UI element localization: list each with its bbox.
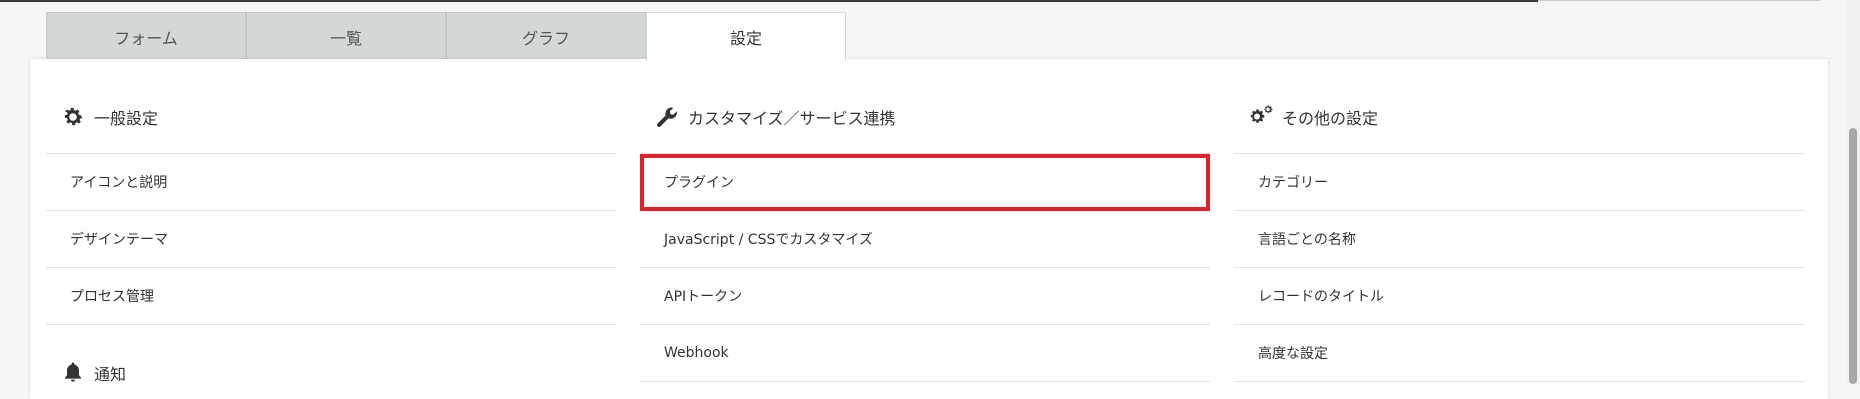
tab-list-label: 一覧	[329, 28, 362, 48]
tab-graph[interactable]: グラフ	[446, 12, 646, 60]
menu-item-label: カテゴリー	[1258, 175, 1328, 191]
settings-panel: 一般設定 アイコンと説明 デザインテーマ プロセス管理 通知 カスタマイズ／サー…	[30, 59, 1828, 399]
bell-icon	[60, 359, 86, 385]
menu-item-label: プロセス管理	[70, 289, 154, 305]
general-settings-section: 一般設定 アイコンと説明 デザインテーマ プロセス管理 通知	[46, 59, 616, 385]
menu-item-label: プラグイン	[664, 175, 734, 191]
wrench-icon	[654, 104, 680, 130]
menu-item-webhook[interactable]: Webhook	[640, 325, 1210, 382]
other-settings-title: その他の設定	[1282, 109, 1379, 128]
customize-heading: カスタマイズ／サービス連携	[640, 59, 1210, 154]
view-tabs: フォーム 一覧 グラフ 設定	[46, 12, 846, 61]
menu-item-process-management[interactable]: プロセス管理	[46, 268, 616, 325]
menu-item-plugin[interactable]: プラグイン	[640, 154, 1210, 211]
menu-item-label: 言語ごとの名称	[1258, 232, 1356, 248]
menu-item-label: APIトークン	[664, 289, 743, 305]
tab-settings-label: 設定	[729, 29, 762, 48]
menu-item-label: Webhook	[664, 345, 729, 361]
vertical-scrollbar[interactable]	[1846, 0, 1860, 384]
general-settings-title: 一般設定	[94, 109, 159, 128]
menu-item-label: 高度な設定	[1258, 346, 1328, 362]
menu-item-api-token[interactable]: APIトークン	[640, 268, 1210, 325]
customize-title: カスタマイズ／サービス連携	[688, 109, 896, 128]
menu-item-icon-description[interactable]: アイコンと説明	[46, 154, 616, 211]
notification-heading: 通知	[46, 325, 616, 385]
tab-form-label: フォーム	[114, 28, 178, 48]
menu-item-design-theme[interactable]: デザインテーマ	[46, 211, 616, 268]
menu-item-label: レコードのタイトル	[1258, 289, 1384, 305]
tab-graph-label: グラフ	[521, 28, 570, 48]
window-top-gap-line	[1538, 0, 1820, 1]
general-settings-heading: 一般設定	[46, 59, 616, 154]
other-settings-section: その他の設定 カテゴリー 言語ごとの名称 レコードのタイトル 高度な設定	[1234, 59, 1804, 382]
menu-item-record-title[interactable]: レコードのタイトル	[1234, 268, 1804, 325]
menu-item-js-css-customize[interactable]: JavaScript / CSSでカスタマイズ	[640, 211, 1210, 268]
gear-icon	[60, 104, 86, 130]
tab-form[interactable]: フォーム	[46, 12, 246, 60]
menu-item-advanced-settings[interactable]: 高度な設定	[1234, 325, 1804, 382]
customize-section: カスタマイズ／サービス連携 プラグイン JavaScript / CSSでカスタ…	[640, 59, 1210, 382]
menu-item-localized-names[interactable]: 言語ごとの名称	[1234, 211, 1804, 268]
gears-icon	[1248, 104, 1274, 130]
menu-item-category[interactable]: カテゴリー	[1234, 154, 1804, 211]
menu-item-label: アイコンと説明	[70, 175, 168, 191]
tab-settings[interactable]: 設定	[646, 12, 846, 61]
tab-list[interactable]: 一覧	[246, 12, 446, 60]
notification-title: 通知	[94, 365, 127, 384]
menu-item-label: JavaScript / CSSでカスタマイズ	[664, 232, 873, 248]
other-settings-heading: その他の設定	[1234, 59, 1804, 154]
menu-item-label: デザインテーマ	[70, 232, 168, 248]
scrollbar-thumb[interactable]	[1849, 128, 1857, 384]
